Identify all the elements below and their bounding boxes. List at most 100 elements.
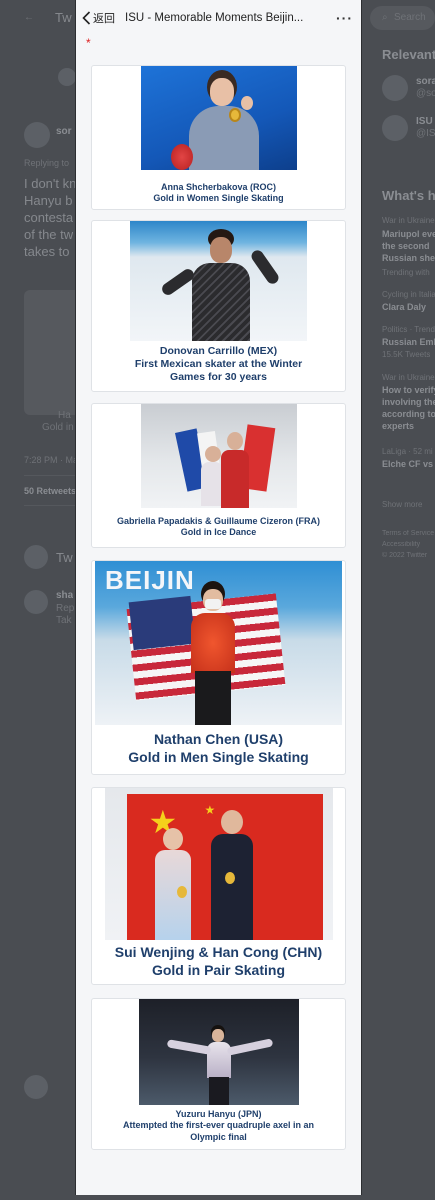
skater-face <box>210 237 232 263</box>
card-hanyu[interactable]: Yuzuru Hanyu (JPN) Attempted the first-e… <box>91 998 346 1150</box>
photo-hanyu <box>138 999 299 1105</box>
bg-reply-line: Tak <box>56 615 72 626</box>
caption-line: Yuzuru Hanyu (JPN) <box>175 1109 262 1119</box>
skater-costume <box>192 263 250 341</box>
bg-trend-line: War in Ukraine <box>382 216 435 225</box>
caption-line: Gabriella Papadakis & Guillaume Cizeron … <box>116 516 321 526</box>
flower-bouquet-icon <box>170 144 193 170</box>
bg-avatar <box>382 75 408 101</box>
bg-account-handle: @sor <box>416 88 435 99</box>
bg-author-avatar <box>24 122 50 148</box>
caption-line: Gold in Pair Skating <box>151 961 285 978</box>
nav-bar: 返回 ISU - Memorable Moments Beijin... ··· <box>76 0 361 36</box>
webview-panel: 返回 ISU - Memorable Moments Beijin... ···… <box>75 0 362 1195</box>
caption-line: Olympic final <box>190 1131 247 1142</box>
bg-avatar <box>24 1075 48 1099</box>
bg-trend-line: Cycling in Italia <box>382 290 435 299</box>
bg-trend-line: Clara Daly <box>382 302 427 312</box>
skater-arm <box>226 1038 273 1056</box>
bg-reply-line: Rep <box>56 603 75 614</box>
bg-trend-line: according to <box>382 409 435 419</box>
caption-line: Games for 30 years <box>170 371 267 384</box>
caption-line: First Mexican skater at the Winter <box>134 358 303 371</box>
skater-face <box>226 432 243 450</box>
skater-arm <box>159 266 197 298</box>
card-caption: Sui Wenjing & Han Cong (CHN) Gold in Pai… <box>115 944 322 979</box>
skater-pants <box>208 1077 229 1105</box>
bg-media-caption: Ha <box>58 410 71 421</box>
back-arrow-icon: ← <box>24 12 34 23</box>
skater-costume <box>191 613 235 673</box>
card-caption: Donovan Carrillo (MEX) First Mexican ska… <box>135 345 302 384</box>
bg-reply-author: sha <box>56 590 74 601</box>
caption-line: Donovan Carrillo (MEX) <box>159 345 278 357</box>
bg-reply-header: Tw <box>56 550 73 565</box>
bg-trend-line: Trending with <box>382 268 430 277</box>
card-papadakis-cizeron[interactable]: Gabriella Papadakis & Guillaume Cizeron … <box>91 403 346 548</box>
bg-account-name: ISU <box>416 116 433 127</box>
back-button[interactable]: 返回 <box>82 10 115 26</box>
bg-footer-line: Accessibility <box>382 541 421 548</box>
photo-carrillo <box>130 221 307 341</box>
card-sui-han[interactable]: ★ ★ Sui Wenjing & Han Cong (CHN) Gold in… <box>91 787 346 985</box>
bg-avatar <box>24 545 48 569</box>
card-shcherbakova[interactable]: Anna Shcherbakova (ROC) Gold in Women Si… <box>91 65 346 210</box>
skater-arm <box>249 247 281 287</box>
bg-header: Tw <box>55 10 72 25</box>
bg-trend-line: War in Ukraine <box>382 373 435 382</box>
bg-account-name: sora <box>416 76 435 87</box>
card-caption: Nathan Chen (USA) Gold in Men Single Ska… <box>128 731 308 766</box>
card-chen[interactable]: BEIJIN Nathan Chen (USA) Gold in Men Sin… <box>91 560 346 775</box>
background-sidebar: ⌕ Search Relevant sora @sor ISU @ISU Wha… <box>362 0 435 1200</box>
caption-line: Anna Shcherbakova (ROC) <box>160 182 277 192</box>
background-tweet-column: ← Tw sor Replying to I don't kn Hanyu b … <box>0 0 78 1200</box>
bg-footer-line: © 2022 Twitter <box>382 552 428 559</box>
usa-flag-canton <box>128 595 196 651</box>
photo-papadakis-cizeron <box>140 404 297 508</box>
bg-trend-line: Politics · Trending <box>382 325 435 334</box>
bg-trend-line: Elche CF vs I <box>382 459 435 469</box>
card-caption: Anna Shcherbakova (ROC) Gold in Women Si… <box>153 182 283 205</box>
bg-tweet-line: contesta <box>24 210 74 225</box>
caption-line: Gold in Women Single Skating <box>153 193 284 204</box>
skater-costume <box>210 834 253 940</box>
card-carrillo[interactable]: Donovan Carrillo (MEX) First Mexican ska… <box>91 220 346 392</box>
skater-face <box>204 446 221 462</box>
bg-trend-line: How to verify <box>382 385 435 395</box>
page-title: ISU - Memorable Moments Beijin... <box>125 12 304 24</box>
bg-avatar <box>382 115 408 141</box>
bg-search: Search <box>394 12 426 23</box>
bg-tweet-line: I don't kn <box>24 176 77 191</box>
photo-chen: BEIJIN <box>95 561 342 725</box>
bg-retweets: 50 Retweets <box>24 486 77 496</box>
bg-whats-happening: What's ha <box>382 188 435 203</box>
bg-avatar <box>58 68 76 86</box>
caption-line: Nathan Chen (USA) <box>153 731 284 747</box>
bg-account-handle: @ISU <box>416 128 435 139</box>
search-icon: ⌕ <box>382 12 388 23</box>
bg-trend-line: involving the <box>382 397 435 407</box>
skater-face <box>209 78 234 106</box>
bg-tweet-line: Hanyu b <box>24 193 73 208</box>
card-caption: Yuzuru Hanyu (JPN) Attempted the first-e… <box>123 1109 314 1143</box>
caption-line: Gold in Ice Dance <box>180 527 257 538</box>
bg-trend-line: experts <box>382 421 415 431</box>
bg-trend-line: Russian shel <box>382 253 435 263</box>
divider <box>24 505 75 506</box>
bg-replying: Replying to <box>24 158 70 168</box>
bg-tweet-line: of the tw <box>24 227 74 242</box>
bg-trend-line: 15.5K Tweets <box>382 350 431 359</box>
bg-trend-line: the second <box>382 241 430 251</box>
bg-trend-line: LaLiga · 52 mi <box>382 447 433 456</box>
beijing-banner: BEIJIN <box>105 565 195 595</box>
gold-medal-icon <box>224 872 235 884</box>
required-mark: * <box>86 36 91 50</box>
bg-author: sor <box>56 126 72 137</box>
skater-pants <box>195 671 231 725</box>
bg-media-caption: Gold in <box>42 422 74 433</box>
bg-show-more: Show more <box>382 500 423 509</box>
bg-media <box>24 290 76 415</box>
more-menu-button[interactable]: ··· <box>336 10 353 26</box>
skater-jacket <box>188 106 259 170</box>
caption-line: Attempted the first-ever quadruple axel … <box>122 1120 315 1131</box>
